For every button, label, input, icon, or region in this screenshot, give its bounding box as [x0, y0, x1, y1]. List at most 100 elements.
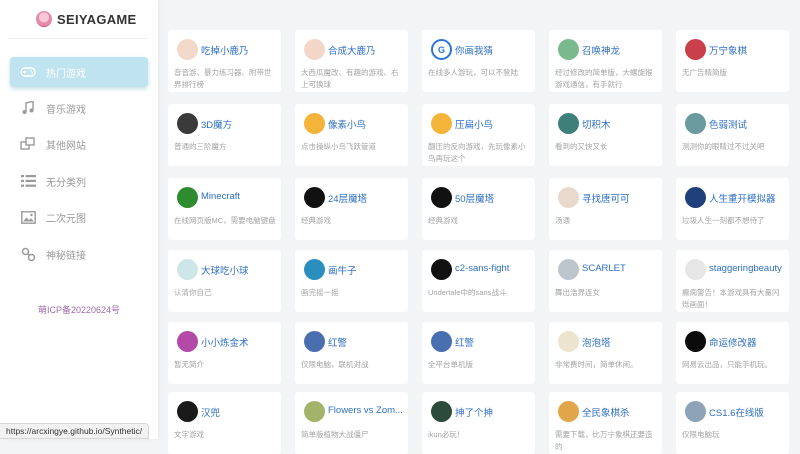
- game-card[interactable]: 泡泡塔非常费时间，简单休闲。: [549, 322, 662, 384]
- game-card[interactable]: G你画我猜在线多人游玩，可以不登陆: [422, 30, 535, 92]
- mota-icon: [431, 187, 452, 208]
- sidebar-item-hot-games[interactable]: 热门游戏: [10, 57, 148, 87]
- game-title: 泡泡塔: [582, 335, 660, 349]
- swirl-icon: [304, 259, 325, 280]
- game-card[interactable]: Flowers vs Zom...简单版植物大战僵尸: [295, 392, 408, 454]
- game-description: 简单版植物大战僵尸: [301, 429, 405, 441]
- game-description: 垃圾人生一刻都不想待了: [682, 215, 786, 227]
- anime-girl-icon: [558, 187, 579, 208]
- cs-icon: [685, 401, 706, 422]
- game-card[interactable]: 画牛子画完摇一摇: [295, 250, 408, 312]
- game-title: 像素小鸟: [328, 117, 406, 131]
- game-card[interactable]: 红警全平台单机版: [422, 322, 535, 384]
- sidebar-item-uncategorized[interactable]: 无分类列: [10, 166, 148, 196]
- sidebar-item-label: 神秘链接: [46, 247, 86, 262]
- game-title: staggeringbeauty: [709, 263, 787, 274]
- smiley-icon: [685, 331, 706, 352]
- sidebar-item-label: 二次元图: [46, 210, 86, 225]
- game-card[interactable]: 召唤神龙经过修改的简单版，大螺旋猴游戏通信，有手就行: [549, 30, 662, 92]
- skull-icon: [431, 259, 452, 280]
- icp-link[interactable]: 萌ICP备20220624号: [0, 303, 158, 316]
- game-title: 寻找唐可可: [582, 191, 660, 205]
- game-title: 汉兜: [201, 405, 279, 419]
- flask-icon: [177, 331, 198, 352]
- game-description: 经典游戏: [428, 215, 532, 227]
- game-title: 合成大鹿乃: [328, 43, 406, 57]
- sheep-icon: [431, 401, 452, 422]
- game-title: 切积木: [582, 117, 660, 131]
- game-card[interactable]: 合成大鹿乃大西瓜魔改、有趣的游戏、右上可换球: [295, 30, 408, 92]
- game-card[interactable]: 色弱测试测测你的眼睛过不过关吧: [676, 104, 789, 166]
- game-card[interactable]: staggeringbeauty癫痫警告！本游戏具有大量闪烁画面！: [676, 250, 789, 312]
- game-card[interactable]: 红警仅限电脑，联机对战: [295, 322, 408, 384]
- brand-name: SEIYAGAME: [57, 12, 137, 27]
- game-title: SCARLET: [582, 263, 660, 274]
- game-title: 小小炼金术: [201, 335, 279, 349]
- game-title: Minecraft: [201, 191, 279, 202]
- game-description: 汤通: [555, 215, 659, 227]
- game-card[interactable]: 万宁象棋无广告精简版: [676, 30, 789, 92]
- game-card[interactable]: 命运修改器网易云出品，只能手机玩。: [676, 322, 789, 384]
- game-card[interactable]: 50层魔塔经典游戏: [422, 178, 535, 240]
- game-title: 3D魔方: [201, 117, 279, 131]
- game-card[interactable]: c2-sans-fightUndertale中的sans战斗: [422, 250, 535, 312]
- gamepad-icon: [20, 64, 36, 80]
- game-card[interactable]: 3D魔方普通的三阶魔方: [168, 104, 281, 166]
- game-title: 全民象棋杀: [582, 405, 660, 419]
- game-card[interactable]: CS1.6在线版仅限电脑玩: [676, 392, 789, 454]
- game-title: 红警: [455, 335, 533, 349]
- sidebar-item-anime-images[interactable]: 二次元图: [10, 202, 148, 232]
- game-title: 吃掉小鹿乃: [201, 43, 279, 57]
- game-card[interactable]: 人生重开模拟器垃圾人生一刻都不想待了: [676, 178, 789, 240]
- game-description: 舞出浩界连女: [555, 287, 659, 299]
- game-description: 普通的三阶魔方: [174, 141, 278, 153]
- game-card[interactable]: 24层魔塔经典游戏: [295, 178, 408, 240]
- game-title: 万宁象棋: [709, 43, 787, 57]
- image-icon: [20, 209, 36, 225]
- game-title: 24层魔塔: [328, 191, 406, 205]
- game-card[interactable]: 寻找唐可可汤通: [549, 178, 662, 240]
- sidebar-item-music-games[interactable]: 音乐游戏: [10, 93, 148, 123]
- brand[interactable]: SEIYAGAME: [36, 8, 137, 30]
- game-title: 50层魔塔: [455, 191, 533, 205]
- game-title: 压扁小鸟: [455, 117, 533, 131]
- game-card[interactable]: 大球吃小球认清你自己: [168, 250, 281, 312]
- list-icon: [20, 173, 36, 189]
- scarlet-icon: [558, 259, 579, 280]
- rubiks-cube-icon: [177, 113, 198, 134]
- game-description: 画完摇一摇: [301, 287, 405, 299]
- game-description: Undertale中的sans战斗: [428, 287, 532, 299]
- sidebar-item-label: 无分类列: [46, 174, 86, 189]
- game-card[interactable]: SCARLET 舞出浩界连女: [549, 250, 662, 312]
- game-card[interactable]: 切积木看到的又快又长: [549, 104, 662, 166]
- google-g-icon: G: [431, 39, 452, 60]
- game-title: 命运修改器: [709, 335, 787, 349]
- game-title: 人生重开模拟器: [709, 191, 787, 205]
- music-note-icon: [20, 100, 36, 116]
- game-card[interactable]: 全民象棋杀需要下载，比万宁象棋还要造的: [549, 392, 662, 454]
- game-card[interactable]: 汉兜文字游戏: [168, 392, 281, 454]
- game-title: 色弱测试: [709, 117, 787, 131]
- sidebar-item-mystery-links[interactable]: 神秘链接: [10, 239, 148, 269]
- anime-girl-icon: [685, 39, 706, 60]
- sidebar-item-other-sites[interactable]: 其他网站: [10, 129, 148, 159]
- red-alert-icon: [431, 331, 452, 352]
- game-card[interactable]: Minecraft在线网页版MC，需要电脑键盘: [168, 178, 281, 240]
- grid-icon: [685, 113, 706, 134]
- game-title: 召唤神龙: [582, 43, 660, 57]
- game-title: 抻了个抻: [455, 405, 533, 419]
- lr-logo-icon: [685, 187, 706, 208]
- game-description: 网易云出品，只能手机玩。: [682, 359, 786, 371]
- game-card[interactable]: 小小炼金术暂无简介: [168, 322, 281, 384]
- game-card[interactable]: 像素小鸟点击操纵小鸟飞跃管道: [295, 104, 408, 166]
- game-description: 经过修改的简单版，大螺旋猴游戏通信，有手就行: [555, 67, 659, 91]
- game-card[interactable]: 抻了个抻ikun必玩！: [422, 392, 535, 454]
- divider: [8, 38, 148, 39]
- game-card[interactable]: 压扁小鸟翻压的反向游戏，先玩像素小鸟再玩这个: [422, 104, 535, 166]
- game-title: 画牛子: [328, 263, 406, 277]
- brand-logo-icon: [36, 11, 52, 27]
- game-card[interactable]: 吃掉小鹿乃音音游、暴力练习器、附带世界排行榜: [168, 30, 281, 92]
- game-description: 大西瓜魔改、有趣的游戏、右上可换球: [301, 67, 405, 91]
- chess-kill-icon: [558, 401, 579, 422]
- red-alert-icon: [304, 331, 325, 352]
